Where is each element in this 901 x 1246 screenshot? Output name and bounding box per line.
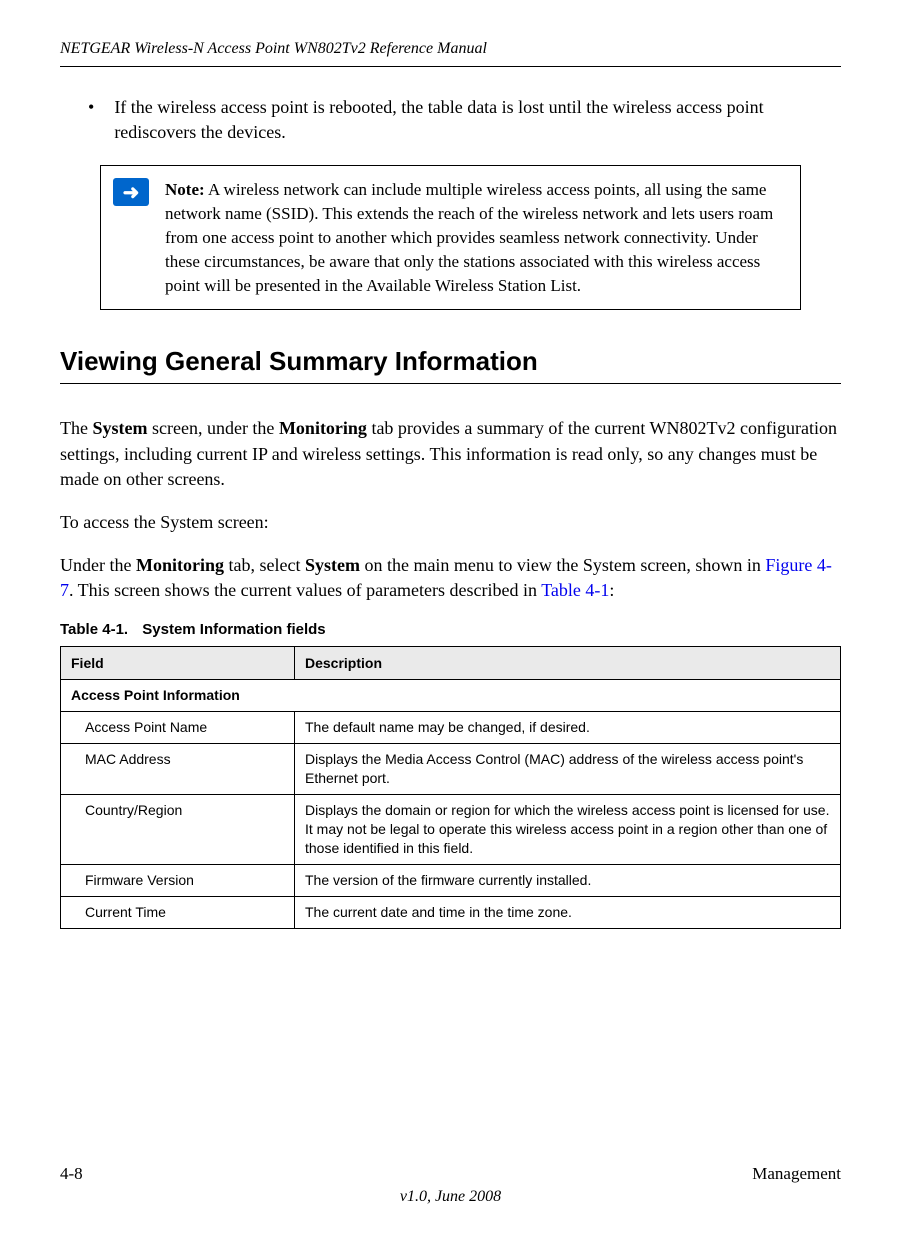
text: . This screen shows the current values o…	[69, 580, 541, 600]
note-label: Note:	[165, 180, 205, 199]
table-row: Country/Region Displays the domain or re…	[61, 795, 841, 865]
text: :	[609, 580, 614, 600]
footer-section: Management	[752, 1164, 841, 1184]
table-link[interactable]: Table 4-1	[541, 580, 609, 600]
table-cell-field: MAC Address	[61, 744, 295, 795]
intro-paragraph-3: Under the Monitoring tab, select System …	[60, 553, 841, 603]
table-caption-title: System Information fields	[142, 621, 325, 638]
page-header: NETGEAR Wireless-N Access Point WN802Tv2…	[60, 40, 841, 67]
arrow-right-icon	[113, 178, 149, 206]
text: screen, under the	[147, 418, 278, 438]
table-cell-field: Firmware Version	[61, 864, 295, 896]
table-section-header: Access Point Information	[61, 680, 841, 712]
footer-version: v1.0, June 2008	[60, 1188, 841, 1206]
bold-text: Monitoring	[136, 555, 224, 575]
table-row: Access Point Name The default name may b…	[61, 712, 841, 744]
note-text: Note: A wireless network can include mul…	[161, 166, 800, 309]
page-number: 4-8	[60, 1164, 83, 1184]
intro-paragraph-1: The System screen, under the Monitoring …	[60, 416, 841, 492]
text: tab, select	[224, 555, 305, 575]
note-box: Note: A wireless network can include mul…	[100, 165, 801, 310]
table-cell-field: Country/Region	[61, 795, 295, 865]
table-cell-desc: The current date and time in the time zo…	[295, 896, 841, 928]
bold-text: System	[305, 555, 360, 575]
table-cell-field: Access Point Name	[61, 712, 295, 744]
table-caption: Table 4-1. System Information fields	[60, 621, 841, 638]
section-divider	[60, 383, 841, 384]
column-header-description: Description	[295, 647, 841, 680]
text: on the main menu to view the System scre…	[360, 555, 765, 575]
text: Under the	[60, 555, 136, 575]
column-header-field: Field	[61, 647, 295, 680]
table-cell-desc: The version of the firmware currently in…	[295, 864, 841, 896]
table-section-row: Access Point Information	[61, 680, 841, 712]
table-cell-desc: Displays the Media Access Control (MAC) …	[295, 744, 841, 795]
note-body: A wireless network can include multiple …	[165, 180, 773, 294]
intro-paragraph-2: To access the System screen:	[60, 510, 841, 535]
table-header-row: Field Description	[61, 647, 841, 680]
section-heading: Viewing General Summary Information	[60, 346, 841, 377]
table-cell-field: Current Time	[61, 896, 295, 928]
table-row: MAC Address Displays the Media Access Co…	[61, 744, 841, 795]
table-caption-number: Table 4-1.	[60, 621, 128, 638]
note-icon-cell	[101, 166, 161, 309]
system-info-table: Field Description Access Point Informati…	[60, 646, 841, 928]
bold-text: Monitoring	[279, 418, 367, 438]
table-row: Firmware Version The version of the firm…	[61, 864, 841, 896]
bullet-item: • If the wireless access point is reboot…	[88, 95, 841, 145]
bullet-marker: •	[88, 95, 94, 145]
table-cell-desc: Displays the domain or region for which …	[295, 795, 841, 865]
bullet-text: If the wireless access point is rebooted…	[114, 95, 841, 145]
table-row: Current Time The current date and time i…	[61, 896, 841, 928]
table-cell-desc: The default name may be changed, if desi…	[295, 712, 841, 744]
page-footer: 4-8 Management v1.0, June 2008	[60, 1164, 841, 1206]
bold-text: System	[92, 418, 147, 438]
text: The	[60, 418, 92, 438]
